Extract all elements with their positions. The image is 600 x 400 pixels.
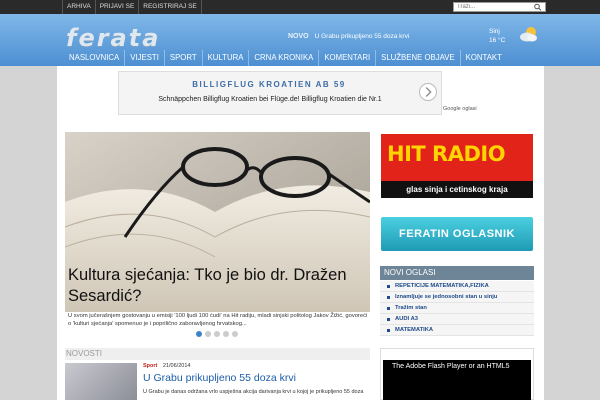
news-meta: Sport 21/06/2014 <box>143 363 190 369</box>
flash-message: The Adobe Flash Player or an HTML5 <box>392 363 510 370</box>
news-excerpt: U Grabu je danas održana vrlo uspješna a… <box>143 389 364 395</box>
classified-item[interactable]: Iznamljuje se jednosobni stan u sinju <box>380 292 534 303</box>
top-links: ARHIVA PRIJAVI SE REGISTRIRAJ SE <box>62 0 202 14</box>
weather-temperature: 16 °C <box>489 37 506 44</box>
ad-title[interactable]: BILLIGFLUG KROATIEN AB 59 <box>119 80 419 89</box>
classified-item[interactable]: MATEMATIKA <box>380 325 534 336</box>
ticker-headline[interactable]: U Grabu prikupljeno 55 doza krvi <box>315 33 410 40</box>
news-title[interactable]: U Grabu prikupljeno 55 doza krvi <box>143 372 296 384</box>
search-icon[interactable] <box>533 3 543 11</box>
oglasnik-banner[interactable]: FERATIN OGLASNIK <box>381 217 533 251</box>
news-date: 21/06/2014 <box>162 363 191 369</box>
nav-item-contact[interactable]: KONTAKT <box>461 50 507 66</box>
ad-text[interactable]: Schnäppchen Billigflug Kroatien bei Flüg… <box>119 96 421 103</box>
ad-badge[interactable]: Google oglasi <box>443 106 477 112</box>
classified-item[interactable]: REPETICIJE MATEMATIKA,FIZIKA <box>380 281 534 292</box>
ticker-tag: NOVO <box>288 33 309 40</box>
classifieds-list: REPETICIJE MATEMATIKA,FIZIKA Iznamljuje … <box>380 281 534 336</box>
hitradio-slogan[interactable]: glas sinja i cetinskog kraja <box>381 181 533 198</box>
slider-dot[interactable] <box>205 331 211 337</box>
news-section-bar <box>65 348 370 360</box>
site-logo[interactable]: ferata <box>66 24 160 52</box>
oglasnik-label[interactable]: FERATIN OGLASNIK <box>381 217 533 251</box>
news-section-label: NOVOSTI <box>66 349 103 358</box>
nav-item-crime[interactable]: CRNA KRONIKA <box>249 50 320 66</box>
weather-city: Sinj <box>489 28 500 35</box>
chevron-right-icon[interactable] <box>419 83 437 101</box>
slider-dot[interactable] <box>232 331 238 337</box>
slider-dot[interactable] <box>196 331 202 337</box>
nav-item-comments[interactable]: KOMENTARI <box>319 50 377 66</box>
nav-item-culture[interactable]: KULTURA <box>203 50 250 66</box>
slider-dot[interactable] <box>223 331 229 337</box>
news-thumbnail[interactable] <box>65 363 137 400</box>
hitradio-banner[interactable]: HIT RADIO glas sinja i cetinskog kraja <box>381 134 533 198</box>
slider-dots[interactable] <box>196 331 241 337</box>
nav-item-news[interactable]: VIJESTI <box>125 50 165 66</box>
feature-excerpt: U svom jučerašnjem gostovanju u emisiji … <box>68 313 368 327</box>
weather-widget: Sinj 16 °C <box>489 27 505 45</box>
archive-link[interactable]: ARHIVA <box>62 0 96 14</box>
main-nav: NASLOVNICA VIJESTI SPORT KULTURA CRNA KR… <box>0 50 600 66</box>
news-category[interactable]: Sport <box>143 363 157 369</box>
nav-item-sport[interactable]: SPORT <box>165 50 203 66</box>
nav-item-home[interactable]: NASLOVNICA <box>64 50 126 66</box>
classified-item[interactable]: Tražim stan <box>380 303 534 314</box>
feature-title[interactable]: Kultura sjećanja: Tko je bio dr. Dražen … <box>68 265 368 307</box>
news-ticker[interactable]: NOVO U Grabu prikupljeno 55 doza krvi <box>288 30 448 43</box>
slider-dot[interactable] <box>214 331 220 337</box>
hitradio-logo[interactable]: HIT RADIO <box>387 142 506 166</box>
ad-banner[interactable]: BILLIGFLUG KROATIEN AB 59 Schnäppchen Bi… <box>118 71 442 115</box>
nav-item-official[interactable]: SLUŽBENE OBJAVE <box>376 50 461 66</box>
partly-cloudy-icon <box>520 27 537 42</box>
classifieds-title: NOVI OGLASI <box>384 268 436 277</box>
classified-item[interactable]: AUDI A3 <box>380 314 534 325</box>
register-link[interactable]: REGISTRIRAJ SE <box>139 0 202 14</box>
login-link[interactable]: PRIJAVI SE <box>96 0 140 14</box>
